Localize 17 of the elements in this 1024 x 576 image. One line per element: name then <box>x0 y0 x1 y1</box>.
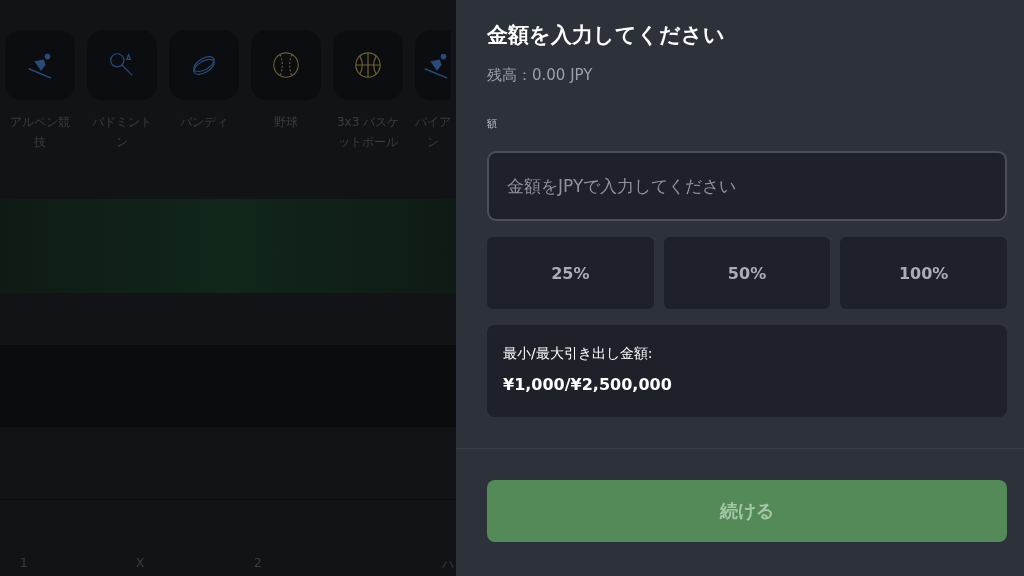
limits-label: 最小/最大引き出し金額: <box>503 345 654 363</box>
limits-value: ¥1,000/¥2,500,000 <box>503 375 673 394</box>
baseball-icon <box>271 50 301 80</box>
sport-tile[interactable] <box>87 30 157 100</box>
sport-tile[interactable] <box>251 30 321 100</box>
field-label: 額 <box>487 117 498 131</box>
percent-button[interactable]: 25% <box>487 237 654 309</box>
sport-tile[interactable] <box>333 30 403 100</box>
balance-text: 残高：0.00 JPY <box>487 66 594 85</box>
percent-button[interactable]: 50% <box>663 237 831 309</box>
sport-tile[interactable] <box>169 30 239 100</box>
amount-input[interactable]: 金額をJPYで入力してください <box>487 151 1007 221</box>
panel-title: 金額を入力してください <box>487 22 726 49</box>
sport-tile[interactable] <box>5 30 75 100</box>
basketball-icon <box>353 50 383 80</box>
sport-tile[interactable] <box>415 30 451 100</box>
percent-button[interactable]: 100% <box>840 237 1007 309</box>
